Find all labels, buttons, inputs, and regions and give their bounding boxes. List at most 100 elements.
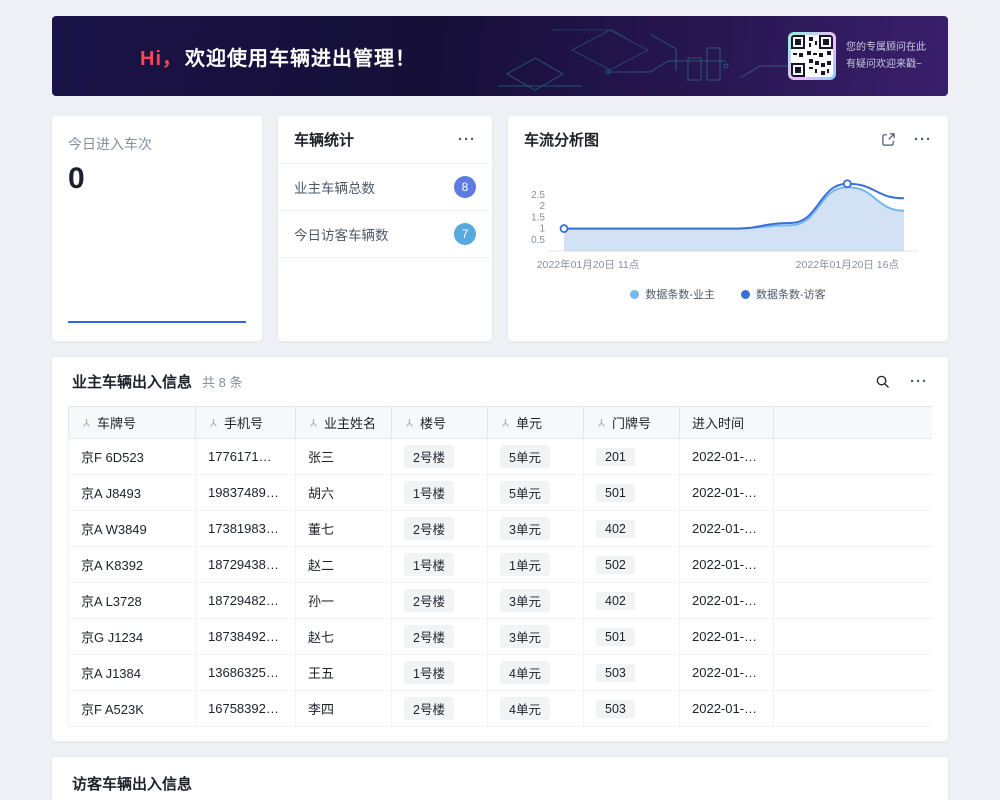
table-cell[interactable]: 京F 6D523 [69,439,196,475]
table-cell[interactable]: 1776171… [196,439,296,475]
table-cell[interactable]: 2022-01-… [680,583,774,619]
field-type-icon [81,418,92,429]
table-cell[interactable]: 京F A523K [69,691,196,727]
table-cell[interactable]: 2号楼 [392,583,488,619]
filler-cell [774,511,933,547]
qr-group: 您的专属顾问在此 有疑问欢迎来戳~ [788,32,926,80]
column-label: 业主姓名 [324,416,376,431]
table-cell[interactable]: 3单元 [488,583,584,619]
table-row[interactable]: 京A J138413686325…王五1号楼4单元5032022-01-… [69,655,933,691]
tag: 2号楼 [404,697,454,720]
table-cell[interactable]: 13686325… [196,655,296,691]
table-cell[interactable]: 赵二 [296,547,392,583]
table-cell[interactable]: 京A L3728 [69,583,196,619]
table-cell[interactable]: 京A K8392 [69,547,196,583]
qr-code-icon[interactable] [788,32,836,80]
table-cell[interactable]: 2022-01-… [680,511,774,547]
filler-cell [774,583,933,619]
table-cell[interactable]: 18738492… [196,619,296,655]
table-row[interactable]: 京A W384917381983…董七2号楼3单元 402 2022-01-… [69,511,933,547]
table-cell[interactable]: 2022-01-… [680,619,774,655]
table-cell[interactable]: 17381983… [196,511,296,547]
column-header[interactable]: 楼号 [392,407,488,439]
table-cell[interactable]: 402 [584,511,680,547]
column-header[interactable]: 进入时间 [680,407,774,439]
legend-item[interactable]: 数据条数-业主 [630,286,715,302]
table-cell[interactable]: 501 [584,475,680,511]
field-type-icon [404,418,415,429]
table-row[interactable]: 京A K839218729438…赵二1号楼1单元5022022-01-… [69,547,933,583]
export-icon[interactable] [881,132,896,147]
table-cell[interactable]: 18729438… [196,547,296,583]
table-cell[interactable]: 京A J1384 [69,655,196,691]
table-cell[interactable]: 18729482… [196,583,296,619]
table-cell[interactable]: 402 [584,583,680,619]
legend-item[interactable]: 数据条数-访客 [741,286,826,302]
table-cell[interactable]: 京A W3849 [69,511,196,547]
table-cell[interactable]: 赵七 [296,619,392,655]
column-header[interactable]: 车牌号 [69,407,196,439]
more-icon[interactable]: ··· [910,374,928,389]
column-header[interactable]: 业主姓名 [296,407,392,439]
table-cell[interactable]: 1号楼 [392,475,488,511]
table-row[interactable]: 京F A523K16758392…李四 2号楼 4单元5032022-01-… [69,691,933,727]
data-point-marker[interactable] [844,180,851,187]
column-header[interactable]: 手机号 [196,407,296,439]
table-cell[interactable]: 2号楼 [392,511,488,547]
table-cell[interactable]: 2022-01-… [680,475,774,511]
table-cell[interactable]: 2022-01-… [680,691,774,727]
table-cell[interactable]: 5单元 [488,439,584,475]
table-cell[interactable]: 1号楼 [392,547,488,583]
table-cell[interactable]: 201 [584,439,680,475]
vehicle-stats-list: 业主车辆总数8今日访客车辆数7 [278,164,492,258]
table-cell[interactable]: 502 [584,547,680,583]
table-cell[interactable]: 孙一 [296,583,392,619]
table-cell[interactable]: 2022-01-… [680,655,774,691]
table-cell[interactable]: 1号楼 [392,655,488,691]
vehicle-stats-card: 车辆统计 ··· 业主车辆总数8今日访客车辆数7 [278,116,492,341]
table-cell[interactable]: 胡六 [296,475,392,511]
vehicle-stats-header: 车辆统计 ··· [278,116,492,164]
column-header[interactable]: 门牌号 [584,407,680,439]
owner-table-card: 业主车辆出入信息 共 8 条 ··· 车牌号手机号业主姓名楼号单元门牌号进入时间… [52,357,948,741]
table-cell[interactable]: 2022-01-… [680,547,774,583]
table-row[interactable]: 京A L372818729482…孙一2号楼 3单元 4022022-01-… [69,583,933,619]
tag: 3单元 [500,589,550,612]
table-cell[interactable]: 京A J8493 [69,475,196,511]
data-point-marker[interactable] [561,225,568,232]
field-type-icon [500,418,511,429]
column-header[interactable]: 单元 [488,407,584,439]
table-cell[interactable]: 4单元 [488,655,584,691]
table-cell[interactable]: 李四 [296,691,392,727]
search-icon[interactable] [875,374,890,389]
table-cell[interactable]: 1单元 [488,547,584,583]
table-cell[interactable]: 501 [584,619,680,655]
table-cell[interactable]: 4单元 [488,691,584,727]
tag: 402 [596,520,635,538]
more-icon[interactable]: ··· [914,132,932,147]
legend-dot [741,290,750,299]
table-cell[interactable]: 2022-01-… [680,439,774,475]
table-row[interactable]: 京G J123418738492…赵七2号楼3单元5012022-01-… [69,619,933,655]
table-cell[interactable]: 2号楼 [392,691,488,727]
table-cell[interactable]: 16758392… [196,691,296,727]
table-cell[interactable]: 5单元 [488,475,584,511]
table-cell[interactable]: 张三 [296,439,392,475]
table-cell[interactable]: 503 [584,655,680,691]
y-tick-label: 1.5 [531,212,545,223]
accent-line [68,321,246,323]
table-cell[interactable]: 王五 [296,655,392,691]
table-cell[interactable]: 503 [584,691,680,727]
table-row[interactable]: 京A J849319837489…胡六1号楼5单元5012022-01-… [69,475,933,511]
table-cell[interactable]: 3单元 [488,511,584,547]
table-row[interactable]: 京F 6D5231776171…张三2号楼5单元2012022-01-… [69,439,933,475]
more-icon[interactable]: ··· [458,132,476,147]
traffic-chart-card: 车流分析图 ··· 0.511.522.52022年01月20日 11点2022… [508,116,948,341]
table-cell[interactable]: 2号楼 [392,619,488,655]
field-type-icon [208,418,219,429]
table-cell[interactable]: 19837489… [196,475,296,511]
table-cell[interactable]: 2号楼 [392,439,488,475]
table-cell[interactable]: 董七 [296,511,392,547]
table-cell[interactable]: 京G J1234 [69,619,196,655]
table-cell[interactable]: 3单元 [488,619,584,655]
